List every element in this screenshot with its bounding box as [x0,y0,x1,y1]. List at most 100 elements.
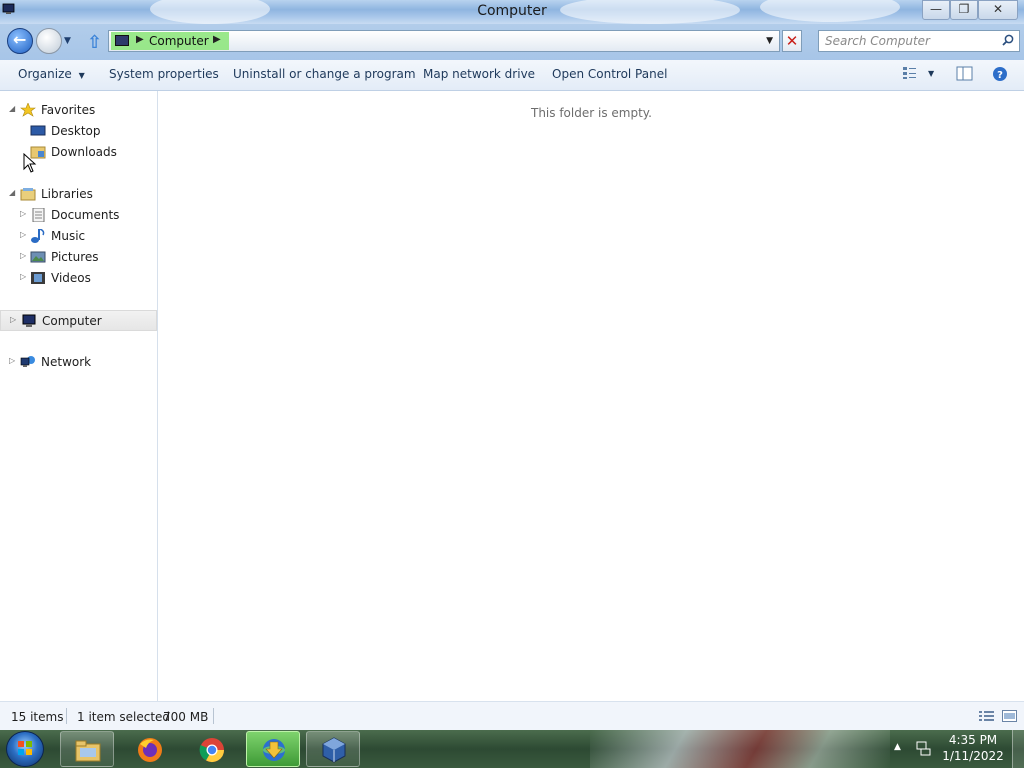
sidebar-item-videos[interactable]: ▷ Videos [0,268,157,289]
taskbar-idm[interactable] [246,731,300,767]
pictures-icon [30,251,46,263]
collapsed-arrow-icon[interactable]: ▷ [20,209,26,218]
expanded-arrow-icon[interactable]: ◢ [9,188,15,197]
system-properties-button[interactable]: System properties [109,67,219,81]
change-view-button[interactable] [902,66,918,83]
view-dropdown-icon[interactable]: ▼ [928,69,934,78]
details-view-icon[interactable] [979,710,994,722]
start-button[interactable] [6,731,44,767]
clear-address-button[interactable]: ✕ [782,30,802,52]
close-icon: ✕ [992,2,1004,16]
network-icon [20,356,35,367]
navigation-bar: ← ▼ ⇧ ▶ Computer ▶ ▼ ✕ Search Computer [0,24,1024,60]
file-list-area[interactable]: This folder is empty. [159,91,1024,701]
firefox-icon [138,738,162,762]
address-dropdown-icon[interactable]: ▼ [766,36,773,46]
restore-button[interactable]: ❐ [950,0,978,20]
sidebar-item-label: Favorites [41,103,96,117]
wallpaper-decoration [590,730,890,768]
show-desktop-button[interactable] [1012,730,1024,768]
breadcrumb-chevron-icon[interactable]: ▶ [213,34,221,45]
search-icon[interactable] [1002,34,1014,46]
explorer-icon [75,740,101,762]
videos-icon [31,272,45,284]
sidebar-item-label: Desktop [51,124,101,138]
taskbar-firefox[interactable] [122,731,176,767]
collapsed-arrow-icon[interactable]: ▷ [20,230,26,239]
organize-button[interactable]: Organize ▼ [18,67,85,81]
navigation-pane: ◢ Favorites Desktop Downloads ◢ Librarie… [0,91,158,701]
tiles-view-icon[interactable] [1002,710,1017,722]
selection-status: 1 item selected [77,710,171,724]
breadcrumb-chevron-icon[interactable]: ▶ [136,34,144,45]
back-arrow-icon: ← [13,30,27,49]
restore-icon: ❐ [958,2,970,16]
chrome-icon [199,738,224,763]
search-input[interactable]: Search Computer [818,30,1020,52]
collapsed-arrow-icon[interactable]: ▷ [9,356,15,365]
minimize-button[interactable]: — [922,0,950,20]
selection-size: 700 MB [163,710,209,724]
sidebar-item-documents[interactable]: ▷ Documents [0,205,157,226]
map-network-drive-button[interactable]: Map network drive [423,67,535,81]
show-hidden-icons-icon[interactable]: ▲ [894,742,901,752]
star-icon [20,103,36,117]
sidebar-item-label: Pictures [51,250,99,264]
preview-pane-button[interactable] [956,66,973,84]
sidebar-item-network[interactable]: ▷ Network [0,352,157,373]
libraries-icon [20,188,36,201]
forward-button[interactable] [36,28,62,54]
status-divider [66,708,67,724]
sidebar-item-label: Libraries [41,187,93,201]
windows-logo-icon [18,741,32,755]
idm-icon [263,739,285,761]
recent-locations-dropdown-icon[interactable]: ▼ [64,36,71,46]
documents-icon [32,208,45,222]
title-bar: Computer — ❐ ✕ [0,0,1024,24]
back-button[interactable]: ← [7,28,33,54]
sidebar-item-desktop[interactable]: Desktop [0,121,157,142]
mouse-cursor-icon [23,153,37,173]
chevron-down-icon: ▼ [78,71,85,80]
minimize-icon: — [930,2,942,16]
view-options-icon [903,67,916,79]
sidebar-item-pictures[interactable]: ▷ Pictures [0,247,157,268]
sidebar-item-label: Videos [51,271,91,285]
collapsed-arrow-icon[interactable]: ▷ [20,272,26,281]
help-button[interactable]: ? [992,66,1008,85]
sidebar-item-label: Music [51,229,86,243]
item-count: 15 items [11,710,64,724]
sidebar-item-music[interactable]: ▷ Music [0,226,157,247]
svg-text:?: ? [997,70,1003,81]
status-divider [213,708,214,724]
taskbar-chrome[interactable] [184,731,238,767]
virtualbox-icon [322,737,346,763]
clock-date[interactable]: 1/11/2022 [940,749,1006,763]
clock-time[interactable]: 4:35 PM [940,733,1006,747]
preview-pane-icon [956,66,973,81]
window-title: Computer [477,3,547,19]
collapsed-arrow-icon[interactable]: ▷ [20,251,26,260]
help-icon: ? [993,67,1007,81]
taskbar-explorer[interactable] [60,731,114,767]
expanded-arrow-icon[interactable]: ◢ [9,104,15,113]
open-control-panel-button[interactable]: Open Control Panel [552,67,667,81]
computer-icon [115,35,129,46]
collapsed-arrow-icon[interactable]: ▷ [10,315,16,324]
sidebar-item-libraries[interactable]: ◢ Libraries [0,184,157,205]
taskbar-virtualbox[interactable] [306,731,360,767]
sidebar-item-label: Downloads [51,145,117,159]
breadcrumb-computer[interactable]: Computer [149,34,209,48]
address-bar[interactable]: ▶ Computer ▶ ▼ [108,30,780,52]
empty-folder-message: This folder is empty. [531,106,652,120]
sidebar-item-label: Computer [42,314,102,328]
network-status-icon[interactable] [915,740,931,756]
command-bar: Organize ▼ System properties Uninstall o… [0,60,1024,91]
up-arrow-icon[interactable]: ⇧ [87,32,102,53]
close-button[interactable]: ✕ [978,0,1018,20]
uninstall-program-button[interactable]: Uninstall or change a program [233,67,416,81]
sidebar-item-favorites[interactable]: ◢ Favorites [0,100,157,121]
search-placeholder: Search Computer [825,34,930,48]
taskbar: ▲ 4:35 PM 1/11/2022 [0,730,1024,768]
sidebar-item-computer[interactable]: ▷ Computer [0,310,157,331]
